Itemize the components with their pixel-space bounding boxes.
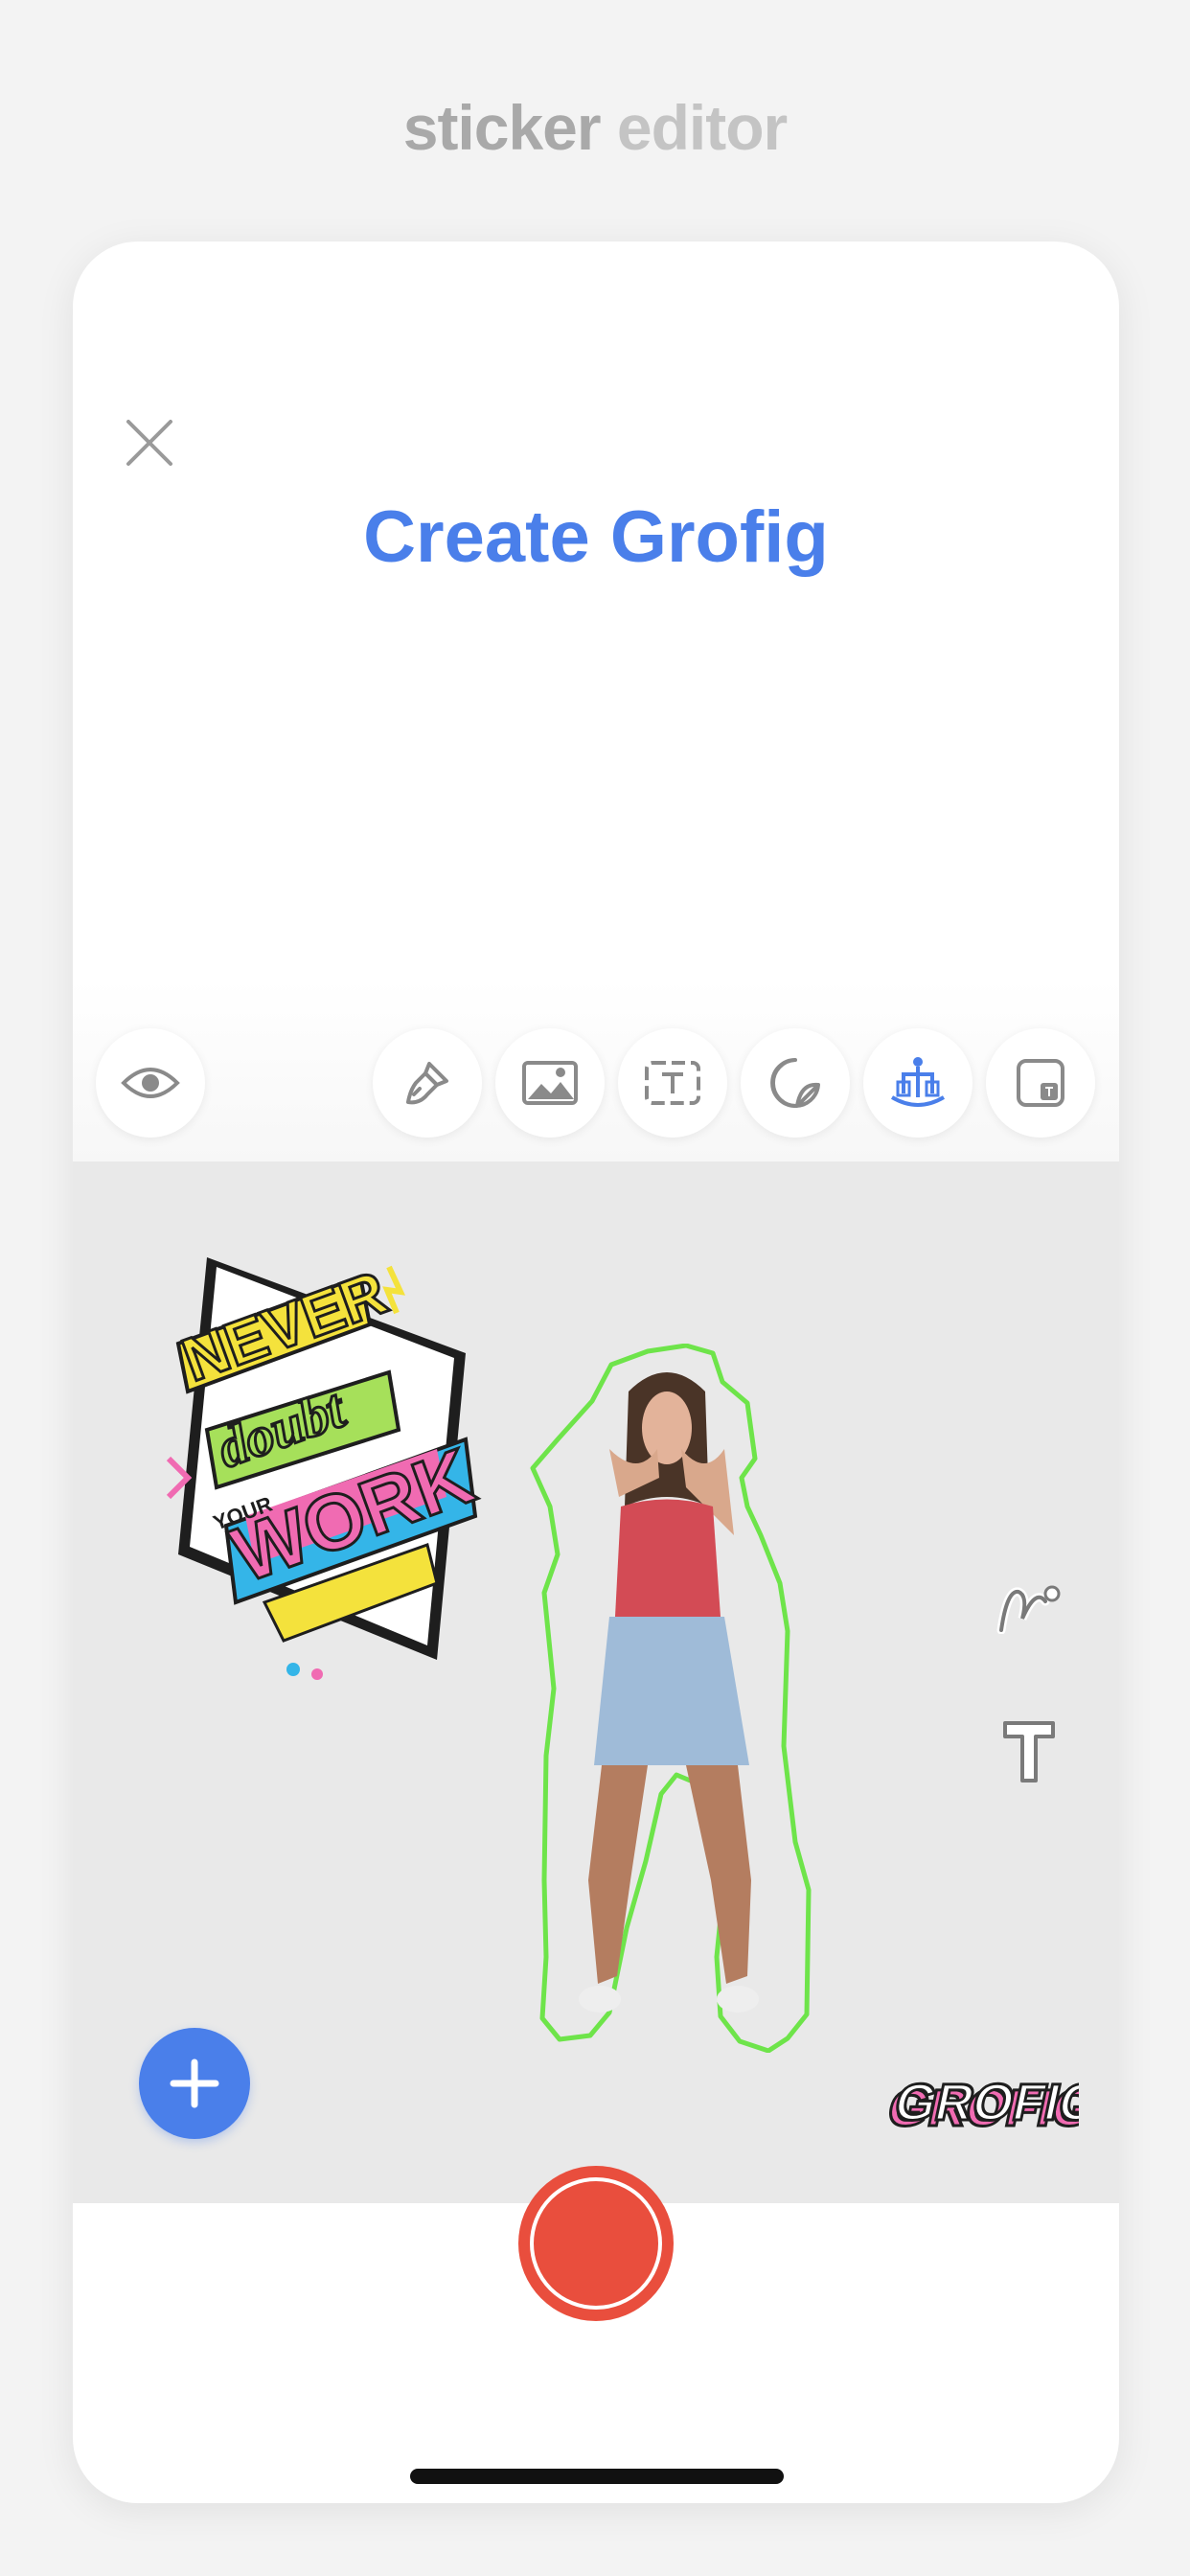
figure-tool-button[interactable] — [863, 1028, 973, 1138]
watermark-text: GROFIG — [890, 2074, 1079, 2131]
sticker-icon — [770, 1058, 820, 1109]
sticker-tool-button[interactable] — [741, 1028, 850, 1138]
person-cutout-sticker[interactable] — [504, 1344, 830, 2053]
toolbar — [73, 979, 1119, 1162]
text-box-icon — [645, 1061, 700, 1105]
watermark-icon — [1017, 1059, 1064, 1107]
watermark-tool-button[interactable] — [986, 1028, 1095, 1138]
text-tool-button[interactable] — [618, 1028, 727, 1138]
text-tool-side-button[interactable] — [995, 1717, 1063, 1784]
record-button[interactable] — [518, 2166, 674, 2321]
app-title-part2: editor — [600, 92, 788, 163]
image-icon — [522, 1061, 578, 1105]
text-tool-icon — [1003, 1721, 1055, 1782]
add-element-button[interactable] — [139, 2028, 250, 2139]
home-indicator — [410, 2469, 784, 2484]
path-tool-button[interactable] — [995, 1574, 1063, 1641]
app-title-part1: sticker — [402, 92, 602, 163]
editor-card: Create Grofig NEVER doubt YOUR WORK GROF… — [73, 242, 1119, 2503]
app-title: sticker editor — [0, 91, 1190, 164]
grofig-watermark[interactable]: GROFIG GROFIG — [887, 2062, 1079, 2149]
path-tool-icon — [996, 1585, 1061, 1634]
close-button[interactable] — [121, 414, 178, 472]
quote-sticker[interactable]: NEVER doubt YOUR WORK — [149, 1238, 494, 1689]
editor-canvas[interactable]: NEVER doubt YOUR WORK GROFIG GROFIG — [73, 1162, 1119, 2203]
figure-icon — [890, 1057, 946, 1107]
record-button-ring — [530, 2177, 662, 2310]
brush-tool-button[interactable] — [373, 1028, 482, 1138]
close-icon — [126, 420, 172, 466]
image-tool-button[interactable] — [495, 1028, 605, 1138]
brush-icon — [406, 1062, 448, 1105]
visibility-toggle-button[interactable] — [96, 1028, 205, 1138]
screen-title: Create Grofig — [363, 496, 829, 578]
eye-icon — [121, 1068, 180, 1098]
plus-icon — [170, 2058, 219, 2108]
